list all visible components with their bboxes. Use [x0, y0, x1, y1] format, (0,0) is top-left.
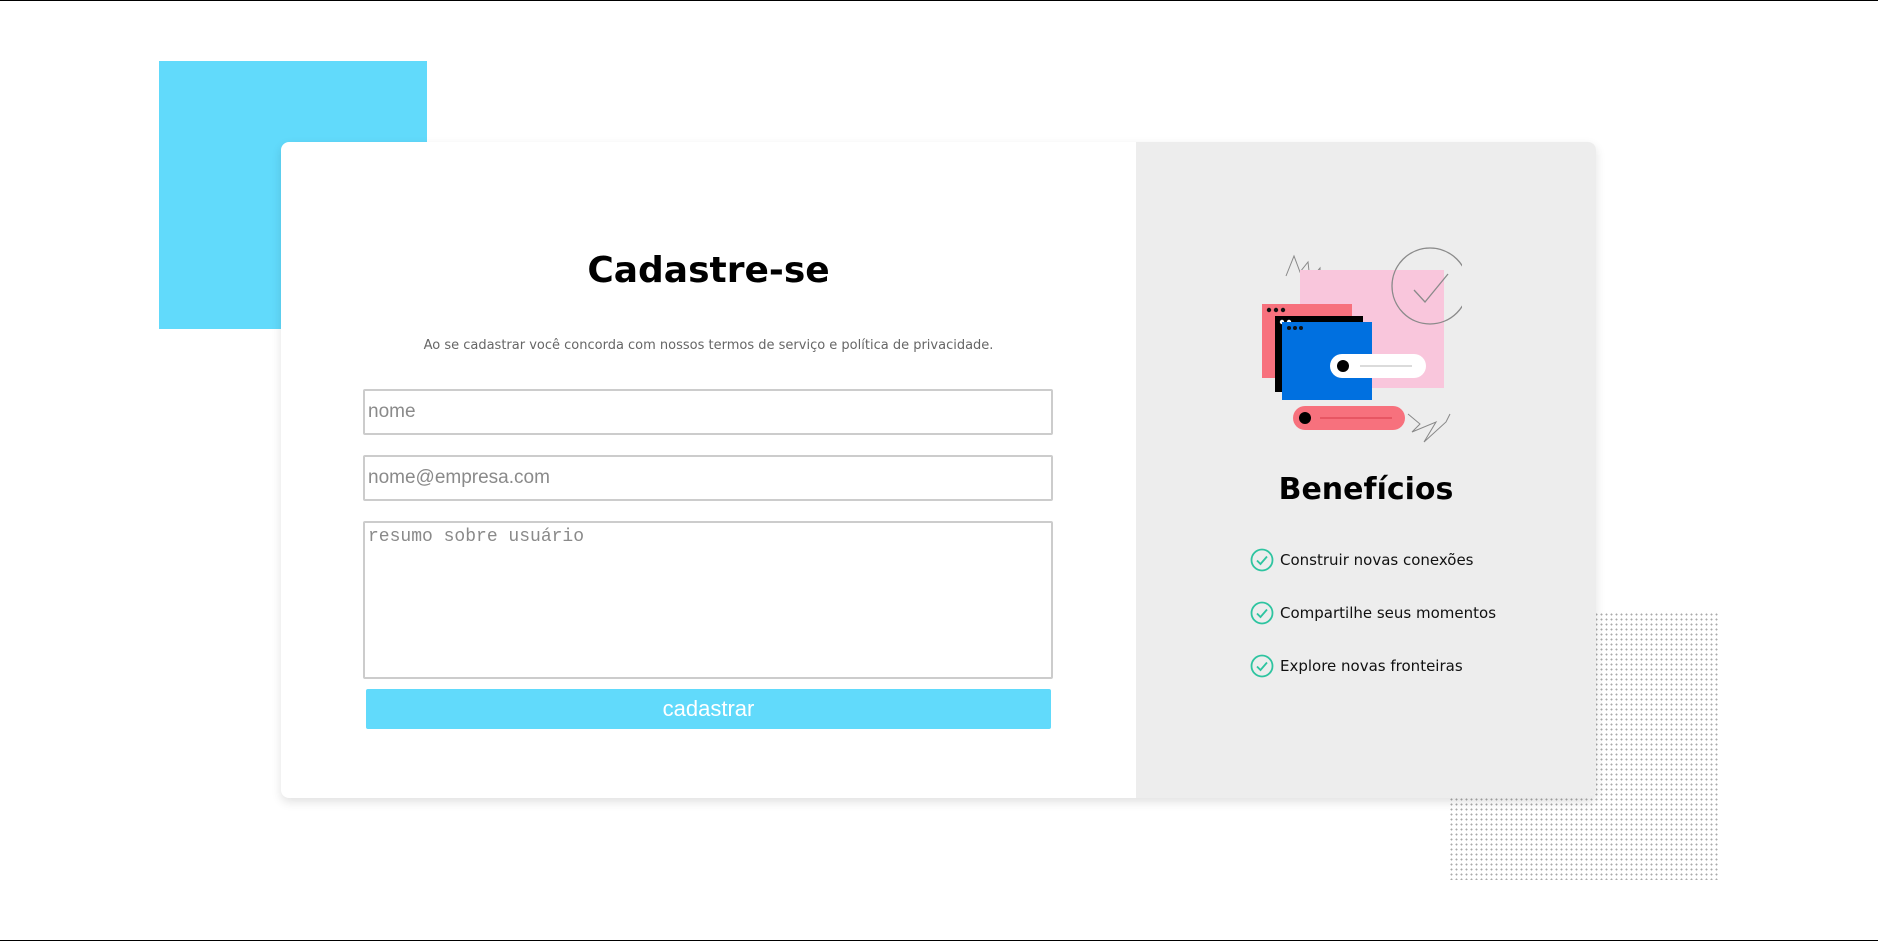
form-title: Cadastre-se — [587, 250, 830, 291]
benefit-label: Explore novas fronteiras — [1280, 657, 1463, 675]
submit-button[interactable]: cadastrar — [366, 689, 1051, 729]
email-input[interactable] — [363, 455, 1053, 501]
summary-textarea[interactable] — [363, 521, 1053, 679]
benefits-list: Construir novas conexões Compartilhe seu… — [1250, 547, 1496, 706]
benefits-title: Benefícios — [1278, 472, 1454, 507]
check-circle-icon — [1250, 548, 1274, 572]
benefit-label: Compartilhe seus momentos — [1280, 604, 1497, 622]
list-item: Compartilhe seus momentos — [1250, 600, 1496, 626]
list-item: Construir novas conexões — [1250, 547, 1496, 573]
list-item: Explore novas fronteiras — [1250, 653, 1496, 679]
signup-form: Cadastre-se Ao se cadastrar você concord… — [281, 142, 1136, 798]
check-circle-icon — [1250, 654, 1274, 678]
form-subtitle: Ao se cadastrar você concorda com nossos… — [423, 338, 994, 353]
check-circle-icon — [1250, 601, 1274, 625]
benefits-panel: Benefícios Construir novas conexões Comp… — [1136, 142, 1596, 798]
benefits-illustration — [1262, 247, 1462, 443]
name-input[interactable] — [363, 389, 1053, 435]
benefit-label: Construir novas conexões — [1280, 551, 1474, 569]
top-border — [0, 0, 1878, 1]
signup-card: Cadastre-se Ao se cadastrar você concord… — [281, 142, 1596, 798]
